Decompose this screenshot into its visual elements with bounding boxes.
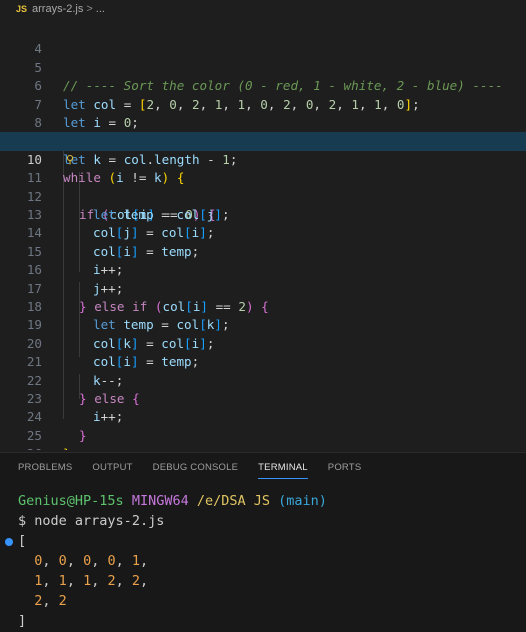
terminal-branch: (main) [278, 493, 327, 509]
terminal-prompt-line: Genius@HP-15s MINGW64 /e/DSA JS (main) [18, 491, 327, 511]
code-line: 15 i++; [0, 224, 526, 277]
code-line: 14 col[i] = temp; [0, 206, 526, 258]
code-line: 18 let temp = col[k]; [0, 280, 526, 332]
code-line: 8 let j = 0; [0, 96, 526, 148]
terminal-command-line: $ node arrays-2.js [18, 511, 164, 531]
code-line: 27 [0, 445, 526, 450]
js-file-icon: JS [16, 4, 28, 14]
code-line: 26 console.log(col); [0, 427, 526, 450]
code-editor[interactable]: 4 5 // ---- Sort the color (0 - red, 1 -… [0, 22, 526, 450]
code-line: 20 col[i] = temp; [0, 316, 526, 369]
terminal-output-line: 0, 0, 0, 0, 1, [34, 553, 149, 569]
code-line: 17 } else if (col[i] == 2) { [0, 261, 526, 314]
code-line: 23 i++; [0, 372, 526, 424]
chevron-right-icon: > [86, 3, 93, 15]
code-line: 12 let temp = col[j]; [0, 169, 526, 222]
code-line-active: 10 while (i != k) { [0, 132, 526, 185]
code-line: 25 } [0, 408, 526, 450]
breadcrumb: JS arrays-2.js > ... [0, 0, 526, 18]
terminal-command: node arrays-2.js [34, 513, 165, 529]
code-line: 7 let i = 0; [0, 77, 526, 130]
code-line: 11 ⚲ if (col[i] == 0) { [0, 151, 526, 222]
terminal-path: /e/DSA JS [196, 493, 271, 509]
bottom-panel: PROBLEMS OUTPUT DEBUG CONSOLE TERMINAL P… [0, 452, 526, 632]
code-line: 24 } [0, 390, 526, 442]
tab-output[interactable]: OUTPUT [92, 453, 132, 483]
command-status-icon[interactable] [5, 538, 13, 546]
panel-tabs: PROBLEMS OUTPUT DEBUG CONSOLE TERMINAL P… [0, 453, 526, 483]
terminal-output-line: 2, 2 [34, 593, 67, 609]
code-line: 9 let k = col.length - 1; [0, 114, 526, 166]
terminal-prompt: $ [18, 513, 27, 529]
terminal-shell: MINGW64 [131, 493, 189, 509]
code-line: 21 k--; [0, 335, 526, 387]
tab-ports[interactable]: PORTS [328, 453, 362, 483]
code-line: 5 // ---- Sort the color (0 - red, 1 - w… [0, 40, 526, 93]
terminal-output-line: 1, 1, 1, 2, 2, [34, 573, 149, 589]
terminal-output-line: [ [18, 533, 27, 549]
terminal-user: Genius@HP-15s [18, 493, 124, 509]
breadcrumb-more[interactable]: ... [96, 3, 105, 15]
tab-debug-console[interactable]: DEBUG CONSOLE [153, 453, 238, 483]
breadcrumb-file[interactable]: arrays-2.js [32, 3, 83, 15]
tab-problems[interactable]: PROBLEMS [18, 453, 72, 483]
code-line: 19 col[k] = col[i]; [0, 298, 526, 350]
code-line: 4 [0, 22, 526, 56]
tab-terminal[interactable]: TERMINAL [258, 453, 308, 483]
terminal-output-line: ] [18, 613, 27, 629]
code-line: 13 col[j] = col[i]; [0, 188, 526, 240]
lightbulb-icon[interactable]: ⚲ [66, 151, 74, 169]
code-line: 16 j++; [0, 243, 526, 295]
code-line: 22 } else { [0, 353, 526, 406]
code-line: 6 let col = [2, 0, 2, 1, 1, 0, 2, 0, 2, … [0, 59, 526, 111]
